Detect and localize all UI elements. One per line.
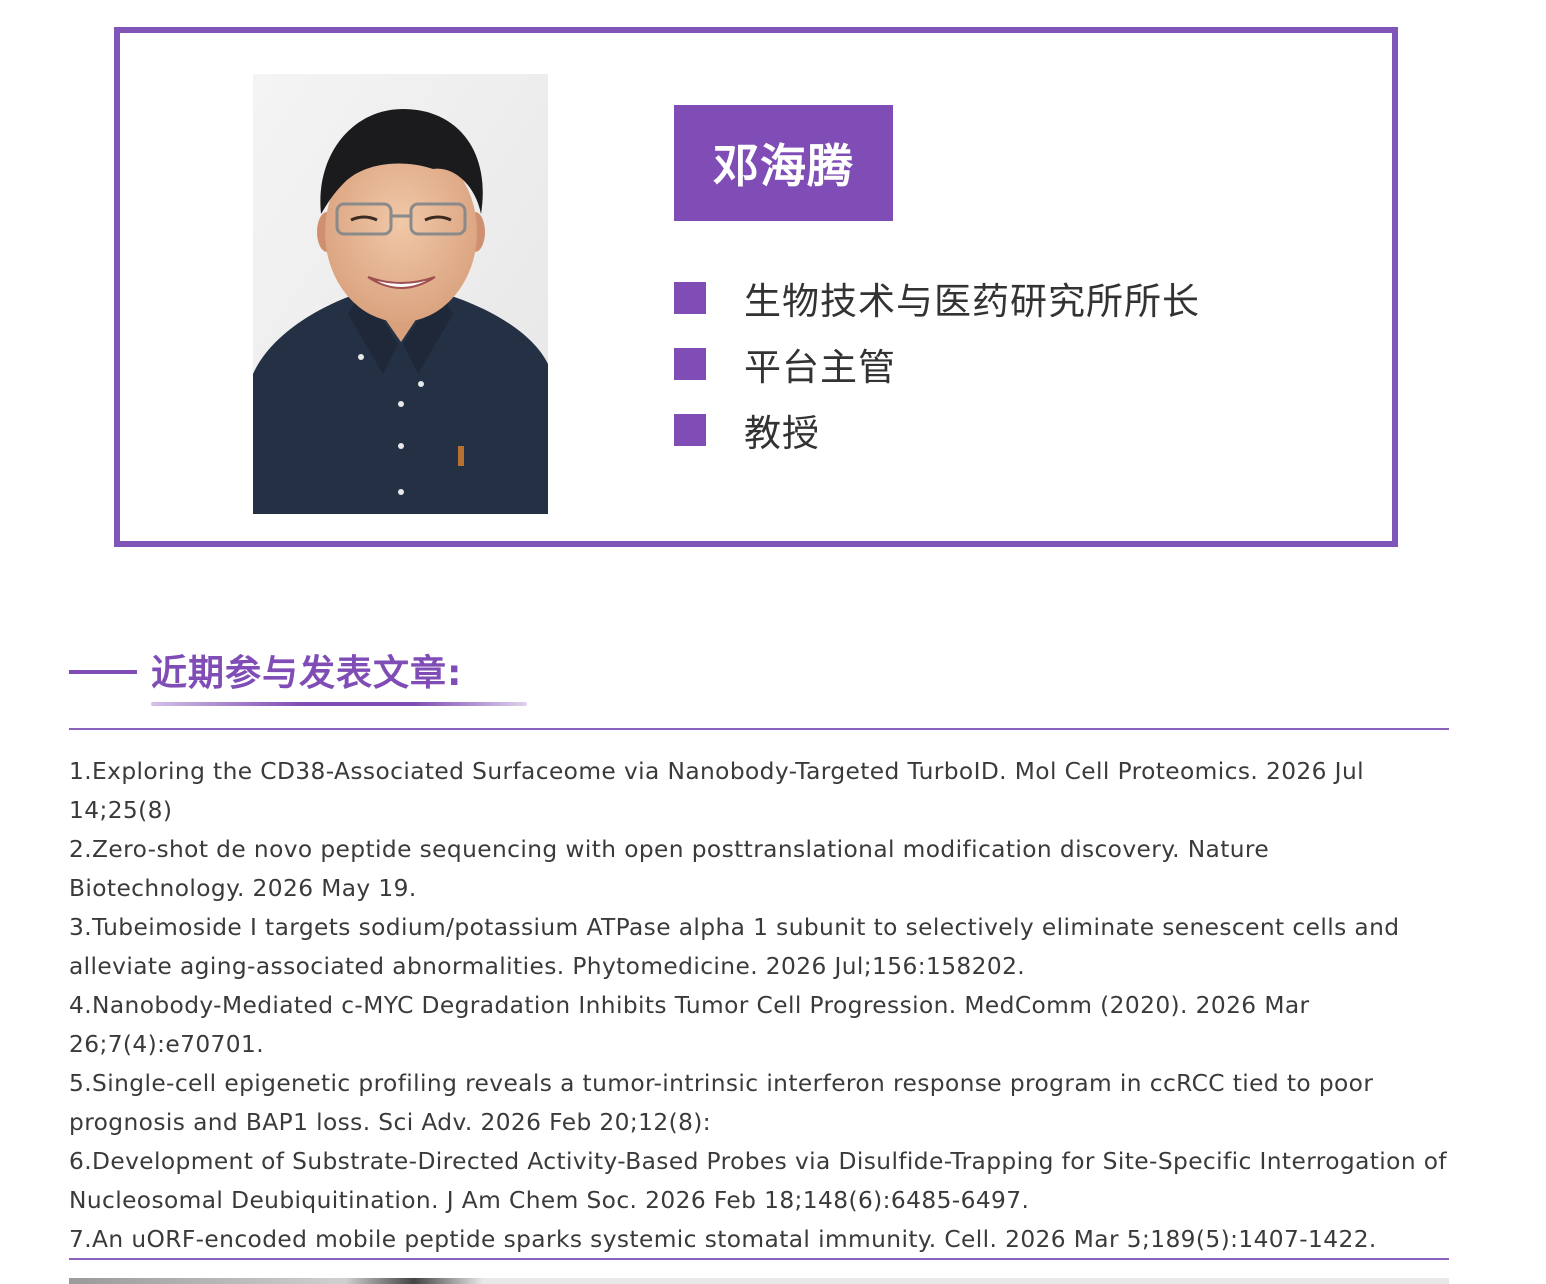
heading-underline <box>151 702 527 706</box>
divider-top <box>69 728 1449 730</box>
publication-list: 1.Exploring the CD38-Associated Surfaceo… <box>69 752 1449 1259</box>
publication-item: 3.Tubeimoside I targets sodium/potassium… <box>69 914 1400 980</box>
divider-bottom <box>69 1258 1449 1260</box>
square-bullet-icon <box>674 414 706 446</box>
publication-item: 5.Single-cell epigenetic profiling revea… <box>69 1070 1374 1136</box>
next-image-edge <box>69 1278 1449 1284</box>
profile-card: 邓海腾 生物技术与医药研究所所长 平台主管 教授 <box>114 27 1398 547</box>
heading-dash <box>69 670 137 674</box>
square-bullet-icon <box>674 348 706 380</box>
publication-item: 7.An uORF-encoded mobile peptide sparks … <box>69 1226 1377 1253</box>
title-text: 教授 <box>744 412 820 455</box>
square-bullet-icon <box>674 282 706 314</box>
title-item: 平台主管 <box>674 331 1200 397</box>
section-title: 近期参与发表文章: <box>151 653 463 694</box>
profile-photo <box>253 74 548 514</box>
title-item: 教授 <box>674 397 1200 463</box>
publication-item: 6.Development of Substrate-Directed Acti… <box>69 1148 1448 1214</box>
title-item: 生物技术与医药研究所所长 <box>674 265 1200 331</box>
title-list: 生物技术与医药研究所所长 平台主管 教授 <box>674 265 1200 463</box>
name-badge: 邓海腾 <box>674 105 893 221</box>
publications-header: 近期参与发表文章: <box>69 640 549 710</box>
publication-item: 1.Exploring the CD38-Associated Surfaceo… <box>69 758 1364 824</box>
title-text: 平台主管 <box>744 346 896 389</box>
publication-item: 2.Zero-shot de novo peptide sequencing w… <box>69 836 1270 902</box>
title-text: 生物技术与医药研究所所长 <box>744 280 1200 323</box>
person-name: 邓海腾 <box>713 139 854 193</box>
publication-item: 4.Nanobody-Mediated c-MYC Degradation In… <box>69 992 1310 1058</box>
